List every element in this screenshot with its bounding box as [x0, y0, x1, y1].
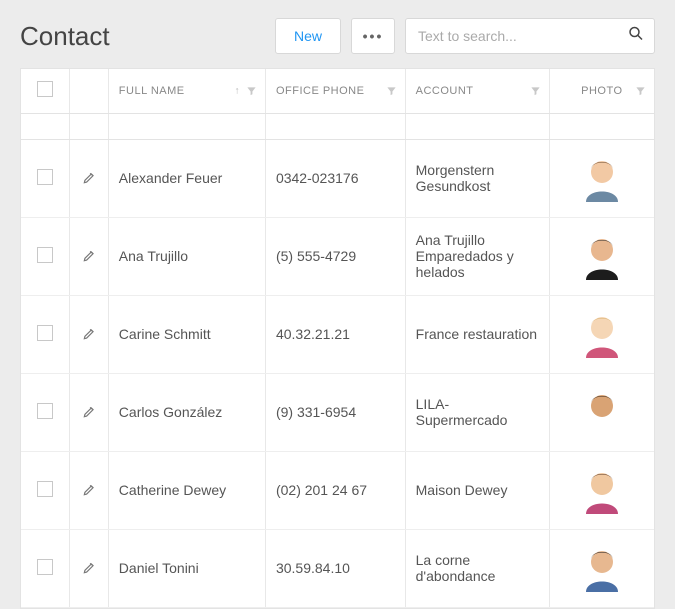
- avatar: [582, 464, 622, 514]
- new-button[interactable]: New: [275, 18, 341, 54]
- table-row[interactable]: Alexander Feuer 0342-023176 Morgenstern Ge…: [21, 139, 654, 217]
- edit-icon[interactable]: [80, 483, 98, 497]
- cell-officephone: 40.32.21.21: [276, 326, 350, 342]
- column-label: FULL NAME: [119, 85, 185, 97]
- edit-icon[interactable]: [80, 171, 98, 185]
- column-header-officephone[interactable]: OFFICE PHONE: [265, 69, 405, 113]
- row-checkbox[interactable]: [37, 403, 53, 419]
- filter-icon[interactable]: [635, 85, 646, 96]
- table-row[interactable]: Carlos González (9) 331-6954 LILA-Supermer…: [21, 373, 654, 451]
- table-row[interactable]: Catherine Dewey (02) 201 24 67 Maison Dewe…: [21, 451, 654, 529]
- column-label: OFFICE PHONE: [276, 85, 365, 97]
- filter-icon[interactable]: [530, 85, 541, 96]
- edit-icon[interactable]: [80, 561, 98, 575]
- cell-officephone: (02) 201 24 67: [276, 482, 367, 498]
- search-container: [405, 18, 655, 54]
- avatar: [582, 308, 622, 358]
- filter-icon[interactable]: [246, 85, 257, 96]
- column-label: PHOTO: [581, 85, 622, 97]
- row-checkbox[interactable]: [37, 325, 53, 341]
- column-label: ACCOUNT: [416, 85, 474, 97]
- cell-account: France restauration: [416, 326, 537, 342]
- cell-officephone: 30.59.84.10: [276, 560, 350, 576]
- row-checkbox[interactable]: [37, 169, 53, 185]
- edit-icon[interactable]: [80, 249, 98, 263]
- filter-cell-officephone[interactable]: [265, 113, 405, 139]
- filter-row: [21, 113, 654, 139]
- cell-officephone: 0342-023176: [276, 170, 359, 186]
- avatar: [582, 230, 622, 280]
- cell-account: Morgenstern Gesundkost: [416, 162, 495, 194]
- cell-fullname: Catherine Dewey: [119, 482, 226, 498]
- edit-icon[interactable]: [80, 327, 98, 341]
- cell-fullname: Carine Schmitt: [119, 326, 211, 342]
- search-input[interactable]: [405, 18, 655, 54]
- contacts-grid: FULL NAME ↑ OFFICE PHONE: [20, 68, 655, 609]
- cell-fullname: Carlos González: [119, 404, 223, 420]
- sort-asc-icon[interactable]: ↑: [234, 85, 240, 96]
- filter-cell-fullname[interactable]: [108, 113, 265, 139]
- more-actions-button[interactable]: •••: [351, 18, 395, 54]
- row-checkbox[interactable]: [37, 247, 53, 263]
- avatar: [582, 386, 622, 436]
- avatar: [582, 542, 622, 592]
- cell-officephone: (5) 555-4729: [276, 248, 356, 264]
- cell-fullname: Alexander Feuer: [119, 170, 223, 186]
- select-all-checkbox[interactable]: [37, 81, 53, 97]
- column-header-account[interactable]: ACCOUNT: [405, 69, 549, 113]
- filter-cell-account[interactable]: [405, 113, 549, 139]
- column-header-photo[interactable]: PHOTO: [549, 69, 654, 113]
- cell-fullname: Ana Trujillo: [119, 248, 188, 264]
- column-header-select[interactable]: [21, 69, 69, 113]
- table-row[interactable]: Daniel Tonini 30.59.84.10 La corne d'abond…: [21, 529, 654, 607]
- column-header-fullname[interactable]: FULL NAME ↑: [108, 69, 265, 113]
- table-row[interactable]: Ana Trujillo (5) 555-4729 Ana Trujillo Emp…: [21, 217, 654, 295]
- cell-account: Ana Trujillo Emparedados y helados: [416, 232, 514, 280]
- row-checkbox[interactable]: [37, 481, 53, 497]
- avatar: [582, 152, 622, 202]
- page-title: Contact: [20, 21, 265, 52]
- table-row[interactable]: Carine Schmitt 40.32.21.21 France restaura…: [21, 295, 654, 373]
- cell-officephone: (9) 331-6954: [276, 404, 356, 420]
- cell-account: Maison Dewey: [416, 482, 508, 498]
- page-header: Contact New •••: [20, 18, 655, 54]
- filter-cell-photo[interactable]: [549, 113, 654, 139]
- cell-account: La corne d'abondance: [416, 552, 496, 584]
- cell-account: LILA-Supermercado: [416, 396, 508, 428]
- edit-icon[interactable]: [80, 405, 98, 419]
- row-checkbox[interactable]: [37, 559, 53, 575]
- filter-icon[interactable]: [386, 85, 397, 96]
- data-rows: Alexander Feuer 0342-023176 Morgenstern Ge…: [21, 139, 654, 607]
- cell-fullname: Daniel Tonini: [119, 560, 199, 576]
- column-header-edit: [69, 69, 108, 113]
